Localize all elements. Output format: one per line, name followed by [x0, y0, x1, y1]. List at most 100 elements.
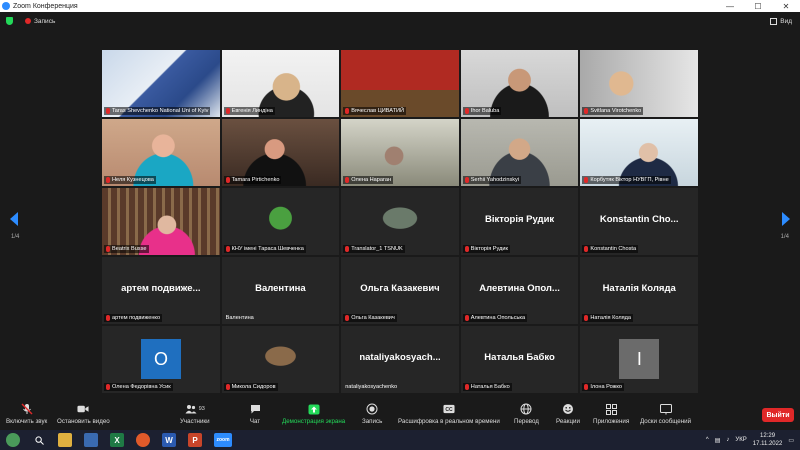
- participant-tile[interactable]: Олена Нараган: [341, 119, 459, 186]
- participant-tile[interactable]: Наталія Коляда Наталія Коляда: [580, 257, 698, 324]
- svg-text:CC: CC: [445, 407, 453, 413]
- participant-tile[interactable]: Корбутяк Віктор НУВГП, Рівне: [580, 119, 698, 186]
- participants-count: 93: [198, 406, 205, 412]
- zoom-taskbar-icon[interactable]: zoom: [214, 433, 232, 447]
- participants-label: Участники: [180, 418, 210, 425]
- participant-name: Евгенія Линдіна: [231, 108, 273, 114]
- participant-name: Konstantin Chosta: [590, 246, 637, 252]
- unmute-label: Включить звук: [6, 418, 48, 425]
- participants-button[interactable]: 93 Участники: [180, 403, 210, 425]
- participant-row: Неля Кузнецова Tamara Pirtichenko Олена На…: [102, 119, 698, 186]
- search-icon[interactable]: [32, 433, 46, 447]
- participant-tile[interactable]: Ольга Казакевич Ольга Казакевич: [341, 257, 459, 324]
- clock[interactable]: 12:29 17.11.2022: [753, 432, 783, 448]
- firefox-icon[interactable]: [136, 433, 150, 447]
- participant-tile-active-speaker[interactable]: Serhii Yahodzinskyi: [460, 119, 579, 186]
- participant-name: Олена Федорівна Усик: [112, 384, 171, 390]
- apps-button[interactable]: Приложения: [593, 403, 629, 425]
- mic-muted-icon: [584, 108, 589, 114]
- participant-name: Вікторія Рудик: [470, 246, 508, 252]
- participant-tile[interactable]: Translator_1 TSNUK: [341, 188, 459, 255]
- chat-button[interactable]: Чат: [249, 403, 261, 425]
- participant-row: Beatrix Busse КНУ імені Тараса Шевченка Tr…: [102, 188, 698, 255]
- prev-page-arrow-icon[interactable]: [10, 212, 18, 226]
- participant-name: Svitlana Virotchenko: [590, 108, 642, 114]
- whiteboards-label: Доски сообщений: [640, 418, 692, 425]
- excel-icon[interactable]: X: [110, 433, 124, 447]
- participant-name-label: Serhii Yahodzinskyi: [462, 176, 522, 184]
- participant-tile[interactable]: I Ілона Рожко: [580, 326, 698, 393]
- participant-tile[interactable]: Вікторія Рудик Вікторія Рудик: [460, 188, 579, 255]
- start-button-icon[interactable]: [6, 433, 20, 447]
- participant-name-label: nataliyakosyachenko: [343, 383, 399, 391]
- participant-name: Ihor Baluba: [470, 108, 500, 114]
- record-button[interactable]: Запись: [362, 403, 382, 425]
- close-button[interactable]: ✕: [772, 2, 800, 11]
- share-screen-button[interactable]: Демонстрация экрана: [282, 403, 345, 425]
- stop-video-button[interactable]: Остановить видео: [57, 403, 110, 425]
- view-button[interactable]: Вид: [770, 17, 792, 25]
- participant-tile[interactable]: Taras Shevchenko National Uni of Kyiv: [102, 50, 220, 117]
- globe-icon: [520, 403, 532, 415]
- participant-tile[interactable]: Неля Кузнецова: [102, 119, 220, 186]
- participant-tile[interactable]: Вячеслав ЦИВАТИЙ: [341, 50, 459, 117]
- participant-name-label: Beatrix Busse: [104, 245, 149, 253]
- page-indicator-right: 1/4: [780, 234, 789, 240]
- participant-row: артем подвиже... артем подвиженко Валентин…: [102, 257, 698, 324]
- participant-tile[interactable]: Konstantin Cho... Konstantin Chosta: [580, 188, 698, 255]
- mic-muted-icon: [21, 403, 33, 415]
- security-shield-icon[interactable]: [6, 17, 13, 25]
- participant-tile[interactable]: артем подвиже... артем подвиженко: [102, 257, 220, 324]
- notifications-icon[interactable]: ▭: [788, 437, 794, 444]
- participant-tile[interactable]: Svitlana Virotchenko: [580, 50, 698, 117]
- participant-tile[interactable]: Ihor Baluba: [460, 50, 579, 117]
- next-page-arrow-icon[interactable]: [782, 212, 790, 226]
- participant-grid: Taras Shevchenko National Uni of Kyiv Евг…: [102, 50, 698, 395]
- word-icon[interactable]: W: [162, 433, 176, 447]
- file-explorer-icon[interactable]: [58, 433, 72, 447]
- keyboard-language[interactable]: УКР: [735, 437, 746, 443]
- chat-label: Чат: [249, 418, 261, 425]
- translate-button[interactable]: Перевод: [514, 403, 539, 425]
- participant-name: Tamara Pirtichenko: [231, 177, 280, 183]
- maximize-button[interactable]: ☐: [744, 2, 772, 11]
- participant-tile[interactable]: Валентина Валентина: [221, 257, 340, 324]
- grid-view-icon: [770, 17, 778, 25]
- mic-muted-icon: [225, 177, 230, 183]
- system-tray: ^ ▤ ♪ УКР 12:29 17.11.2022 ▭: [706, 432, 794, 448]
- participant-tile[interactable]: Алевтина Опол... Алевтина Опольська: [460, 257, 579, 324]
- zoom-logo-icon: [2, 2, 10, 10]
- tray-chevron-icon[interactable]: ^: [706, 437, 709, 443]
- mic-muted-icon: [225, 246, 230, 252]
- participant-name-label: Вячеслав ЦИВАТИЙ: [343, 107, 407, 115]
- volume-icon[interactable]: ♪: [726, 437, 729, 443]
- mic-muted-icon: [225, 384, 230, 390]
- participant-name-label: Tamara Pirtichenko: [223, 176, 282, 184]
- participant-tile[interactable]: Beatrix Busse: [102, 188, 220, 255]
- participant-tile[interactable]: Наталья Бабко Наталья Бабко: [460, 326, 579, 393]
- participant-name: Корбутяк Віктор НУВГП, Рівне: [590, 177, 669, 183]
- save-disk-icon[interactable]: [84, 433, 98, 447]
- participant-tile[interactable]: КНУ імені Тараса Шевченка: [221, 188, 340, 255]
- live-transcript-button[interactable]: CC Расшифровка в реальном времени: [398, 403, 500, 425]
- participant-tile[interactable]: Евгенія Линдіна: [221, 50, 340, 117]
- page-indicator-left: 1/4: [11, 234, 20, 240]
- participant-tile[interactable]: nataliyakosyach... nataliyakosyachenko: [341, 326, 459, 393]
- participant-name-label: Наталья Бабко: [462, 383, 512, 391]
- window-title: Zoom Конференция: [13, 2, 78, 10]
- participant-tile[interactable]: Микола Сидоров: [221, 326, 340, 393]
- powerpoint-icon[interactable]: P: [188, 433, 202, 447]
- window-controls: — ☐ ✕: [716, 2, 800, 11]
- whiteboard-icon: [659, 403, 672, 415]
- whiteboards-button[interactable]: Доски сообщений: [640, 403, 691, 425]
- network-icon[interactable]: ▤: [715, 437, 721, 444]
- participant-tile[interactable]: Tamara Pirtichenko: [221, 119, 340, 186]
- minimize-button[interactable]: —: [716, 2, 744, 11]
- participant-tile[interactable]: O Олена Федорівна Усик: [102, 326, 220, 393]
- reactions-button[interactable]: Реакции: [556, 403, 580, 425]
- unmute-button[interactable]: Включить звук: [6, 403, 47, 425]
- participant-name: Микола Сидоров: [231, 384, 276, 390]
- leave-button[interactable]: Выйти: [762, 408, 794, 422]
- recording-label[interactable]: Запись: [34, 18, 55, 25]
- participant-name-label: Translator_1 TSNUK: [343, 245, 405, 253]
